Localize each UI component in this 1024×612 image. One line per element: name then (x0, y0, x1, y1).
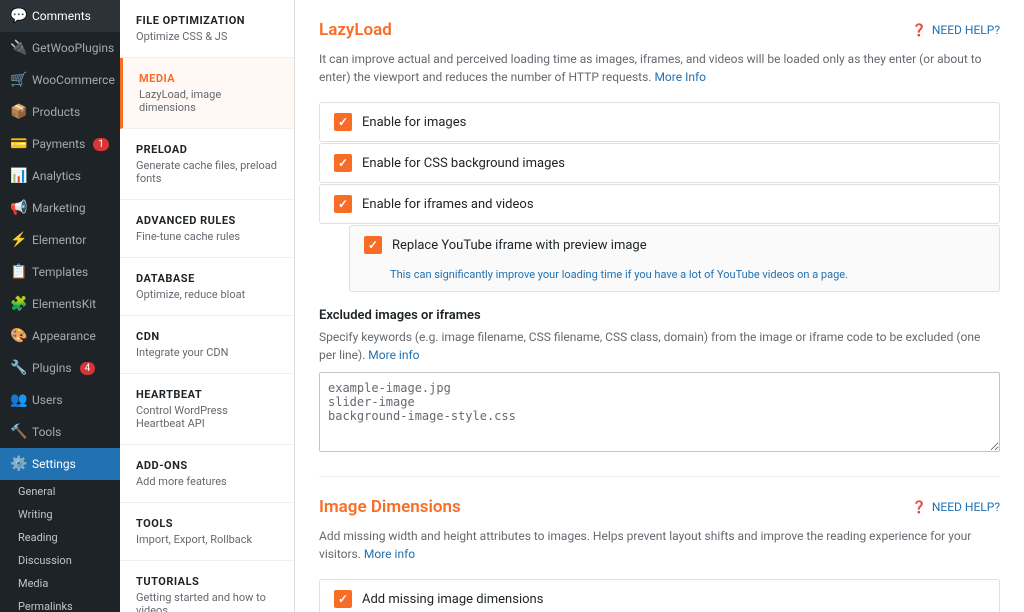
elementor-icon: ⚡ (10, 232, 26, 248)
option-enable-images: Enable for images (319, 102, 1000, 142)
image-dimensions-more-info-link[interactable]: More info (364, 547, 415, 561)
users-icon: 👥 (10, 392, 26, 408)
option-enable-iframes: Enable for iframes and videos (319, 184, 1000, 224)
sidebar-item-settings[interactable]: ⚙️ Settings (0, 448, 120, 480)
sub-permalinks[interactable]: Permalinks (10, 595, 120, 612)
woo-icon: 🛒 (10, 72, 26, 88)
elementskit-icon: 🧩 (10, 296, 26, 312)
sub-writing[interactable]: Writing (10, 503, 120, 526)
image-dimensions-title: Image Dimensions (319, 497, 461, 517)
checkbox-add-dimensions[interactable] (334, 590, 352, 608)
rocket-sidebar: FILE OPTIMIZATION Optimize CSS & JS MEDI… (120, 0, 295, 612)
option-enable-images-label: Enable for images (362, 115, 466, 130)
sidebar-item-woocommerce[interactable]: 🛒 WooCommerce (0, 64, 120, 96)
sub-general[interactable]: General (10, 480, 120, 503)
templates-icon: 📋 (10, 264, 26, 280)
image-dimensions-desc: Add missing width and height attributes … (319, 527, 1000, 563)
section-divider (319, 476, 1000, 477)
appearance-icon: 🎨 (10, 328, 26, 344)
lazyload-more-info-link[interactable]: More Info (654, 70, 706, 84)
help-circle-icon: ❓ (912, 23, 927, 37)
sidebar-item-payments[interactable]: 💳 Payments 1 (0, 128, 120, 160)
rocket-menu-media[interactable]: MEDIA LazyLoad, image dimensions (120, 58, 294, 129)
option-youtube: Replace YouTube iframe with preview imag… (349, 225, 1000, 292)
left-sidebar: 💬 Comments 🔌 GetWooPlugins 🛒 WooCommerce… (0, 0, 120, 612)
sub-reading[interactable]: Reading (10, 526, 120, 549)
sidebar-item-getwoo[interactable]: 🔌 GetWooPlugins (0, 32, 120, 64)
sidebar-item-analytics[interactable]: 📊 Analytics (0, 160, 120, 192)
rocket-menu-tools[interactable]: TOOLS Import, Export, Rollback (120, 503, 294, 561)
sidebar-item-comments[interactable]: 💬 Comments (0, 0, 120, 32)
checkbox-enable-images[interactable] (334, 113, 352, 131)
analytics-icon: 📊 (10, 168, 26, 184)
rocket-menu-file-optimization[interactable]: FILE OPTIMIZATION Optimize CSS & JS (120, 0, 294, 58)
option-enable-iframes-label: Enable for iframes and videos (362, 197, 534, 212)
help-circle-icon-2: ❓ (912, 500, 927, 514)
getwoo-icon: 🔌 (10, 40, 26, 56)
settings-submenu: General Writing Reading Discussion Media… (0, 480, 120, 612)
plugins-badge: 4 (80, 362, 96, 375)
sidebar-item-products[interactable]: 📦 Products (0, 96, 120, 128)
exclusion-section: Excluded images or iframes Specify keywo… (319, 308, 1000, 456)
payments-icon: 💳 (10, 136, 26, 152)
rocket-menu-preload[interactable]: PRELOAD Generate cache files, preload fo… (120, 129, 294, 200)
exclusion-more-info-link[interactable]: More info (368, 348, 419, 362)
image-dimensions-header: Image Dimensions ❓ NEED HELP? (319, 497, 1000, 517)
comments-icon: 💬 (10, 8, 26, 24)
exclusion-title: Excluded images or iframes (319, 308, 1000, 323)
products-icon: 📦 (10, 104, 26, 120)
rocket-menu-tutorials[interactable]: TUTORIALS Getting started and how to vid… (120, 561, 294, 612)
sidebar-item-marketing[interactable]: 📢 Marketing (0, 192, 120, 224)
checkbox-youtube[interactable] (364, 236, 382, 254)
sidebar-item-elementskit[interactable]: 🧩 ElementsKit (0, 288, 120, 320)
checkbox-enable-iframes[interactable] (334, 195, 352, 213)
option-enable-css-bg-label: Enable for CSS background images (362, 156, 565, 171)
exclusion-desc: Specify keywords (e.g. image filename, C… (319, 328, 1000, 364)
lazyload-title: LazyLoad (319, 20, 392, 40)
lazyload-need-help[interactable]: ❓ NEED HELP? (912, 23, 1000, 37)
sidebar-item-templates[interactable]: 📋 Templates (0, 256, 120, 288)
rocket-menu-database[interactable]: DATABASE Optimize, reduce bloat (120, 258, 294, 316)
sidebar-item-users[interactable]: 👥 Users (0, 384, 120, 416)
main-content: LazyLoad ❓ NEED HELP? It can improve act… (295, 0, 1024, 612)
payments-badge: 1 (93, 138, 109, 151)
rocket-menu-cdn[interactable]: CDN Integrate your CDN (120, 316, 294, 374)
settings-icon: ⚙️ (10, 456, 26, 472)
sidebar-item-elementor[interactable]: ⚡ Elementor (0, 224, 120, 256)
option-add-dimensions-label: Add missing image dimensions (362, 592, 543, 607)
marketing-icon: 📢 (10, 200, 26, 216)
image-dimensions-need-help[interactable]: ❓ NEED HELP? (912, 500, 1000, 514)
lazyload-section-header: LazyLoad ❓ NEED HELP? (319, 20, 1000, 40)
rocket-menu-addons[interactable]: ADD-ONS Add more features (120, 445, 294, 503)
sub-discussion[interactable]: Discussion (10, 549, 120, 572)
youtube-option-label: Replace YouTube iframe with preview imag… (392, 238, 647, 253)
lazyload-description: It can improve actual and perceived load… (319, 50, 1000, 86)
youtube-option-note: This can significantly improve your load… (390, 268, 848, 281)
sub-media[interactable]: Media (10, 572, 120, 595)
checkbox-enable-css-bg[interactable] (334, 154, 352, 172)
option-add-dimensions: Add missing image dimensions (319, 579, 1000, 612)
sidebar-item-tools[interactable]: 🔨 Tools (0, 416, 120, 448)
tools-icon: 🔨 (10, 424, 26, 440)
sidebar-item-plugins[interactable]: 🔧 Plugins 4 (0, 352, 120, 384)
sidebar-item-appearance[interactable]: 🎨 Appearance (0, 320, 120, 352)
youtube-option-main: Replace YouTube iframe with preview imag… (364, 236, 647, 254)
option-enable-css-bg: Enable for CSS background images (319, 143, 1000, 183)
rocket-menu-advanced-rules[interactable]: ADVANCED RULES Fine-tune cache rules (120, 200, 294, 258)
exclusion-textarea[interactable]: example-image.jpg slider-image backgroun… (319, 372, 1000, 452)
plugins-icon: 🔧 (10, 360, 26, 376)
rocket-menu-heartbeat[interactable]: HEARTBEAT Control WordPress Heartbeat AP… (120, 374, 294, 445)
